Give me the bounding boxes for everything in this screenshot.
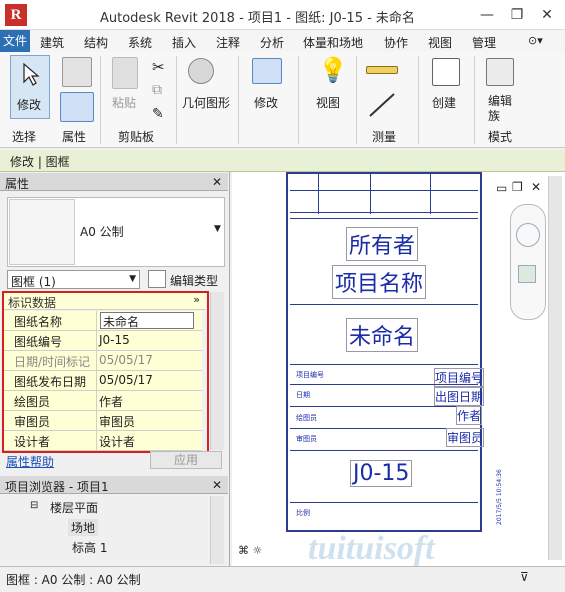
properties-header: 属性 ✕ [0,173,228,191]
menu-item-massing-site[interactable]: 体量和场地 [303,34,363,51]
panel-select-label[interactable]: 选择 [12,128,36,146]
steering-wheel-icon[interactable] [516,223,540,247]
sheet-number[interactable]: J0-15 [350,460,413,487]
sheet-project-name[interactable]: 项目名称 [332,265,427,299]
modify-button[interactable]: 修改 [10,55,50,119]
timestamp-stamp: 2017/5/5 10:54:36 [496,469,503,525]
menu-item-annotate[interactable]: 注释 [216,34,240,51]
chevron-down-icon[interactable]: ▼ [214,224,221,234]
menu-item-analyze[interactable]: 分析 [260,34,284,51]
scale-label: 比例 [296,509,310,517]
create-icon[interactable] [432,58,460,86]
modify2-label[interactable]: 修改 [254,94,278,111]
menu-file[interactable]: 文件 [0,30,30,52]
browser-scrollbar[interactable] [210,496,224,564]
paste-label: 粘贴 [112,96,137,110]
tree-item-site[interactable]: 场地 [68,519,99,536]
instance-filter-value: 图框 (1) [11,275,56,289]
cut-icon[interactable]: ✂ [152,58,165,76]
minimize-view-icon[interactable]: ▭ [496,181,507,195]
cursor-icon [23,62,40,86]
restore-button[interactable]: ❐ [508,6,526,24]
project-browser-header: 项目浏览器 - 项目1 ✕ [0,476,228,494]
menu-more-icon[interactable]: ⊙▾ [528,34,543,47]
edit-type-button[interactable]: 编辑类型 [170,272,218,289]
paste-icon[interactable] [112,57,138,89]
apply-button[interactable]: 应用 [150,451,222,469]
canvas-scrollbar[interactable] [548,176,562,560]
status-text: 图框 : A0 公制 : A0 公制 [6,573,141,587]
modify-tools-icon[interactable] [252,58,282,84]
tree-item-floor-plans[interactable]: 楼层平面 [50,499,98,516]
panel-clipboard-label: 剪贴板 [118,130,155,144]
project-browser-title: 项目浏览器 - 项目1 [5,480,109,494]
zoom-icon[interactable] [518,265,536,283]
panel-mode-label: 模式 [488,130,513,144]
panel-measure-label: 测量 [372,130,397,144]
title-bar: R Autodesk Revit 2018 - 项目1 - 图纸: J0-15 … [0,0,565,30]
navigation-bar[interactable] [510,204,546,320]
type-preview-image [9,199,75,265]
type-name: A0 公制 [80,225,124,239]
copy-icon[interactable]: ⧉ [152,82,162,98]
properties-help-link[interactable]: 属性帮助 [6,453,54,470]
menu-item-systems[interactable]: 系统 [128,34,152,51]
instance-filter-dropdown[interactable]: 图框 (1) ▼ [7,270,140,289]
match-properties-icon[interactable]: ✎ [152,106,164,122]
create-label[interactable]: 创建 [432,94,456,111]
close-view-icon[interactable]: ✕ [531,180,541,194]
project-no-label: 项目编号 [296,371,324,379]
drawn-value[interactable]: 作者 [456,406,483,425]
window-title: Autodesk Revit 2018 - 项目1 - 图纸: J0-15 - … [100,11,415,26]
sheet-owner[interactable]: 所有者 [346,227,419,261]
properties-scrollbar[interactable] [210,292,224,450]
drawn-label: 绘图员 [296,414,317,422]
tree-item-level1[interactable]: 标高 1 [72,539,107,556]
context-bar: 修改 | 图框 [0,150,565,172]
edit-family-label[interactable]: 编辑族 [488,94,514,124]
collapse-tree-icon[interactable]: ⊟ [30,500,38,511]
lightbulb-icon[interactable]: 💡 [318,56,348,84]
properties-icon[interactable] [62,57,92,87]
chevron-down-icon: ▼ [129,274,136,284]
menu-item-insert[interactable]: 插入 [172,34,196,51]
sheet-title[interactable]: 未命名 [346,318,419,352]
type-properties-icon[interactable] [60,92,94,122]
checked-label: 审图员 [296,435,317,443]
restore-view-icon[interactable]: ❐ [512,180,523,194]
date-value[interactable]: 出图日期 [434,387,485,406]
panel-properties-label: 属性 [62,130,87,144]
status-bar: 图框 : A0 公制 : A0 公制 ⊽ [0,566,565,592]
modify-label: 修改 [17,98,42,112]
menu-bar: 文件 建筑 结构 系统 插入 注释 分析 体量和场地 协作 视图 管理 ⊙▾ [0,30,565,52]
menu-item-architecture[interactable]: 建筑 [40,34,64,51]
menu-item-structure[interactable]: 结构 [84,34,108,51]
close-properties-icon[interactable]: ✕ [212,175,222,189]
geometry-label[interactable]: 几何图形 [182,94,230,111]
edit-family-icon[interactable] [486,58,514,86]
menu-item-view[interactable]: 视图 [428,34,452,51]
view-label[interactable]: 视图 [316,94,340,111]
dimension-icon[interactable] [366,90,400,120]
visual-style-icon[interactable]: ⌘ ☼ [238,544,262,557]
highlight-frame [2,291,209,453]
minimize-button[interactable]: — [478,6,496,24]
close-browser-icon[interactable]: ✕ [212,478,222,492]
edit-type-icon[interactable] [148,270,166,288]
context-label: 修改 | 图框 [10,155,70,169]
close-button[interactable]: ✕ [538,6,556,24]
watermark: tuituisoft [308,530,435,567]
measure-icon[interactable] [366,66,398,74]
checked-value[interactable]: 审图员 [446,428,485,447]
geometry-icon[interactable] [188,58,214,84]
filter-icon[interactable]: ⊽ [520,570,529,584]
ribbon: 修改 选择 属性 粘贴 ✂ ⧉ ✎ 剪贴板 几何图形 修改 💡 视图 测量 创建… [0,52,565,148]
menu-item-collaborate[interactable]: 协作 [384,34,408,51]
menu-item-manage[interactable]: 管理 [472,34,496,51]
properties-title: 属性 [5,177,30,191]
date-label: 日期 [296,391,310,399]
revit-logo-icon[interactable]: R [5,4,27,26]
